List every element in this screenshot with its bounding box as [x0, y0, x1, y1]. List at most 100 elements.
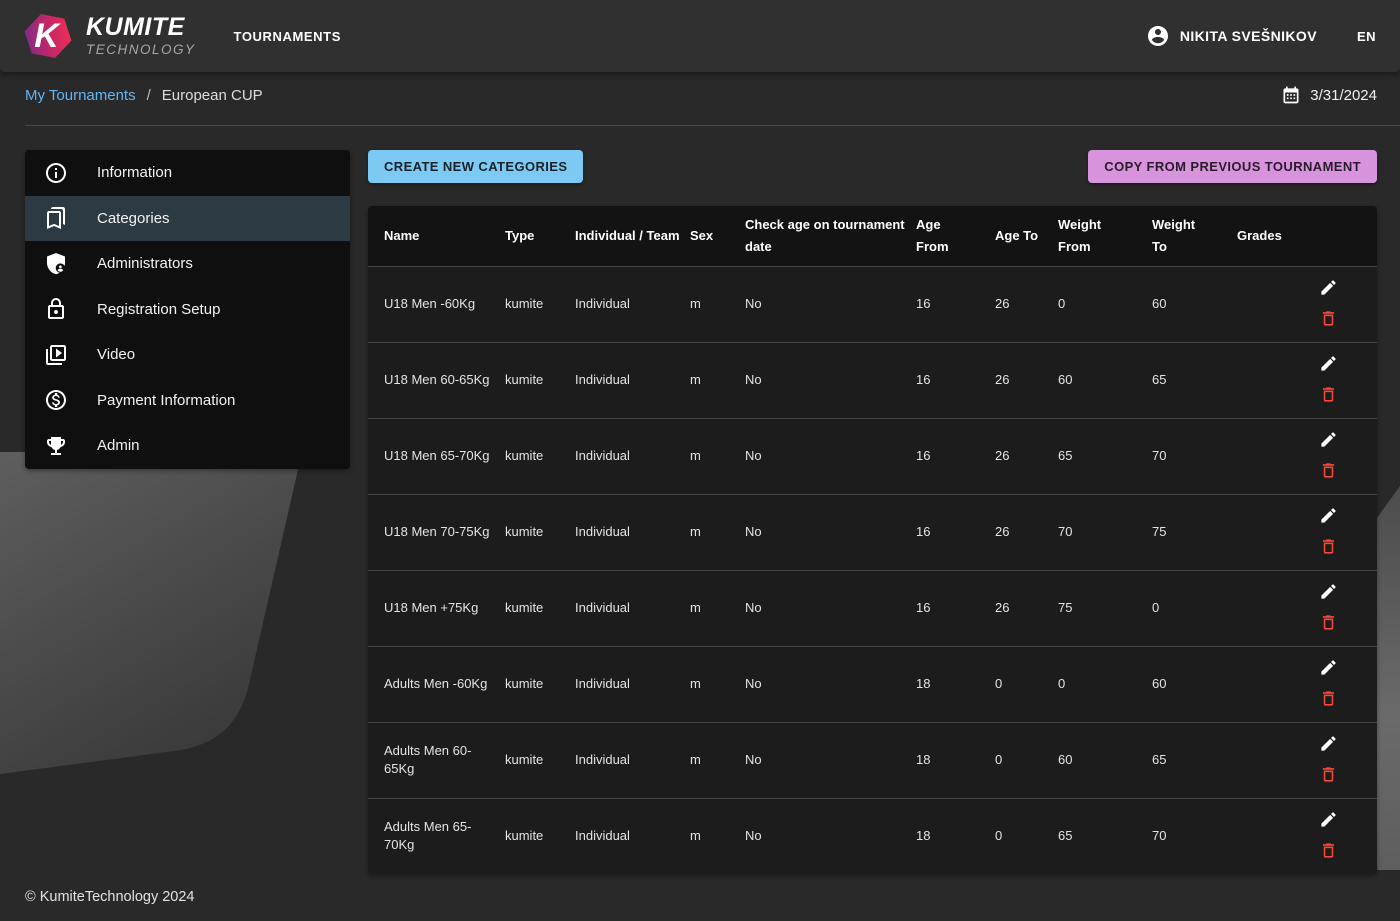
sidebar-item-label: Categories: [97, 210, 170, 227]
cell-age-from: 18: [916, 722, 995, 798]
delete-category-button[interactable]: [1318, 308, 1339, 332]
delete-icon: [1319, 385, 1338, 407]
table-row: U18 Men +75KgkumiteIndividualmNo1626750: [368, 570, 1377, 646]
lock-icon: [44, 297, 68, 321]
cell-type: kumite: [505, 570, 575, 646]
cell-check-age: No: [745, 570, 916, 646]
delete-category-button[interactable]: [1318, 764, 1339, 788]
sidebar-item-label: Payment Information: [97, 392, 235, 409]
sidebar-item-registration-setup[interactable]: Registration Setup: [25, 287, 350, 333]
administrators-icon: [44, 252, 68, 276]
edit-category-button[interactable]: [1318, 353, 1339, 377]
cell-name: U18 Men +75Kg: [368, 570, 505, 646]
breadcrumb-current: European CUP: [162, 87, 263, 104]
cell-grades: [1237, 418, 1317, 494]
cell-check-age: No: [745, 646, 916, 722]
cell-individual-team: Individual: [575, 266, 690, 342]
table-row: Adults Men 65-70KgkumiteIndividualmNo180…: [368, 798, 1377, 874]
navbar-right: NIKITA SVEŠNIKOV EN: [1146, 24, 1376, 48]
delete-icon: [1319, 841, 1338, 863]
sidebar-item-administrators[interactable]: Administrators: [25, 241, 350, 287]
cell-check-age: No: [745, 798, 916, 874]
edit-category-button[interactable]: [1318, 277, 1339, 301]
cell-weight-to: 65: [1152, 342, 1237, 418]
sidebar-menu: Information Categories AdministratorsRegis…: [25, 150, 350, 469]
edit-icon: [1319, 658, 1338, 680]
language-selector[interactable]: EN: [1357, 29, 1376, 44]
copy-from-previous-tournament-button[interactable]: COPY FROM PREVIOUS TOURNAMENT: [1088, 150, 1377, 183]
cell-age-to: 26: [995, 342, 1058, 418]
cell-individual-team: Individual: [575, 342, 690, 418]
sidebar-item-video[interactable]: Video: [25, 332, 350, 378]
sidebar-item-label: Admin: [97, 437, 140, 454]
cell-individual-team: Individual: [575, 418, 690, 494]
cell-grades: [1237, 646, 1317, 722]
edit-category-button[interactable]: [1318, 429, 1339, 453]
delete-category-button[interactable]: [1318, 840, 1339, 864]
calendar-icon: [1281, 85, 1301, 105]
delete-icon: [1319, 309, 1338, 331]
cell-grades: [1237, 722, 1317, 798]
edit-category-button[interactable]: [1318, 733, 1339, 757]
column-header-age-to: Age To: [995, 206, 1058, 266]
sidebar-item-categories[interactable]: Categories: [25, 196, 350, 242]
table-row: U18 Men 60-65KgkumiteIndividualmNo162660…: [368, 342, 1377, 418]
edit-icon: [1319, 582, 1338, 604]
edit-category-button[interactable]: [1318, 505, 1339, 529]
cell-age-to: 26: [995, 570, 1058, 646]
sidebar-item-admin[interactable]: Admin: [25, 423, 350, 469]
user-name: NIKITA SVEŠNIKOV: [1180, 28, 1317, 44]
cell-type: kumite: [505, 494, 575, 570]
edit-icon: [1319, 734, 1338, 756]
edit-category-button[interactable]: [1318, 809, 1339, 833]
delete-category-button[interactable]: [1318, 688, 1339, 712]
cell-sex: m: [690, 418, 745, 494]
top-navbar: K KUMITE TECHNOLOGY TOURNAMENTS NIKITA S…: [0, 0, 1400, 72]
categories-icon: [44, 206, 68, 230]
brand-logo[interactable]: K KUMITE TECHNOLOGY: [24, 10, 196, 62]
brand-name: KUMITE: [86, 15, 196, 40]
cell-weight-from: 60: [1058, 722, 1152, 798]
video-icon: [44, 343, 68, 367]
brand-letter: K: [24, 10, 72, 62]
column-header-age-from: Age From: [916, 206, 995, 266]
cell-grades: [1237, 798, 1317, 874]
cell-name: Adults Men 65-70Kg: [368, 798, 505, 874]
cell-individual-team: Individual: [575, 798, 690, 874]
column-header-weight-to: Weight To: [1152, 206, 1237, 266]
delete-icon: [1319, 613, 1338, 635]
edit-category-button[interactable]: [1318, 657, 1339, 681]
user-menu[interactable]: NIKITA SVEŠNIKOV: [1146, 24, 1317, 48]
cell-check-age: No: [745, 342, 916, 418]
nav-item-tournaments[interactable]: TOURNAMENTS: [234, 29, 341, 44]
cell-name: U18 Men -60Kg: [368, 266, 505, 342]
cell-type: kumite: [505, 342, 575, 418]
edit-icon: [1319, 506, 1338, 528]
main-content: CREATE NEW CATEGORIES COPY FROM PREVIOUS…: [368, 150, 1377, 874]
edit-icon: [1319, 430, 1338, 452]
breadcrumb-separator: /: [147, 87, 151, 104]
cell-grades: [1237, 342, 1317, 418]
sidebar-item-information[interactable]: Information: [25, 150, 350, 196]
cell-sex: m: [690, 342, 745, 418]
brand-text: KUMITE TECHNOLOGY: [86, 15, 196, 57]
breadcrumb-link-my-tournaments[interactable]: My Tournaments: [25, 87, 136, 104]
cell-weight-to: 0: [1152, 570, 1237, 646]
cell-type: kumite: [505, 646, 575, 722]
edit-category-button[interactable]: [1318, 581, 1339, 605]
edit-icon: [1319, 354, 1338, 376]
cell-actions: [1317, 570, 1377, 646]
delete-category-button[interactable]: [1318, 460, 1339, 484]
delete-category-button[interactable]: [1318, 536, 1339, 560]
cell-sex: m: [690, 722, 745, 798]
sidebar-item-payment-information[interactable]: Payment Information: [25, 378, 350, 424]
create-new-categories-button[interactable]: CREATE NEW CATEGORIES: [368, 150, 583, 183]
cell-age-to: 0: [995, 722, 1058, 798]
delete-category-button[interactable]: [1318, 612, 1339, 636]
column-header-grades: Grades: [1237, 206, 1317, 266]
table-row: U18 Men -60KgkumiteIndividualmNo1626060: [368, 266, 1377, 342]
decorative-swoosh-right: [1377, 486, 1400, 870]
sidebar-item-label: Video: [97, 346, 135, 363]
categories-table-card: NameTypeIndividual / TeamSexCheck age on…: [368, 206, 1377, 874]
delete-category-button[interactable]: [1318, 384, 1339, 408]
